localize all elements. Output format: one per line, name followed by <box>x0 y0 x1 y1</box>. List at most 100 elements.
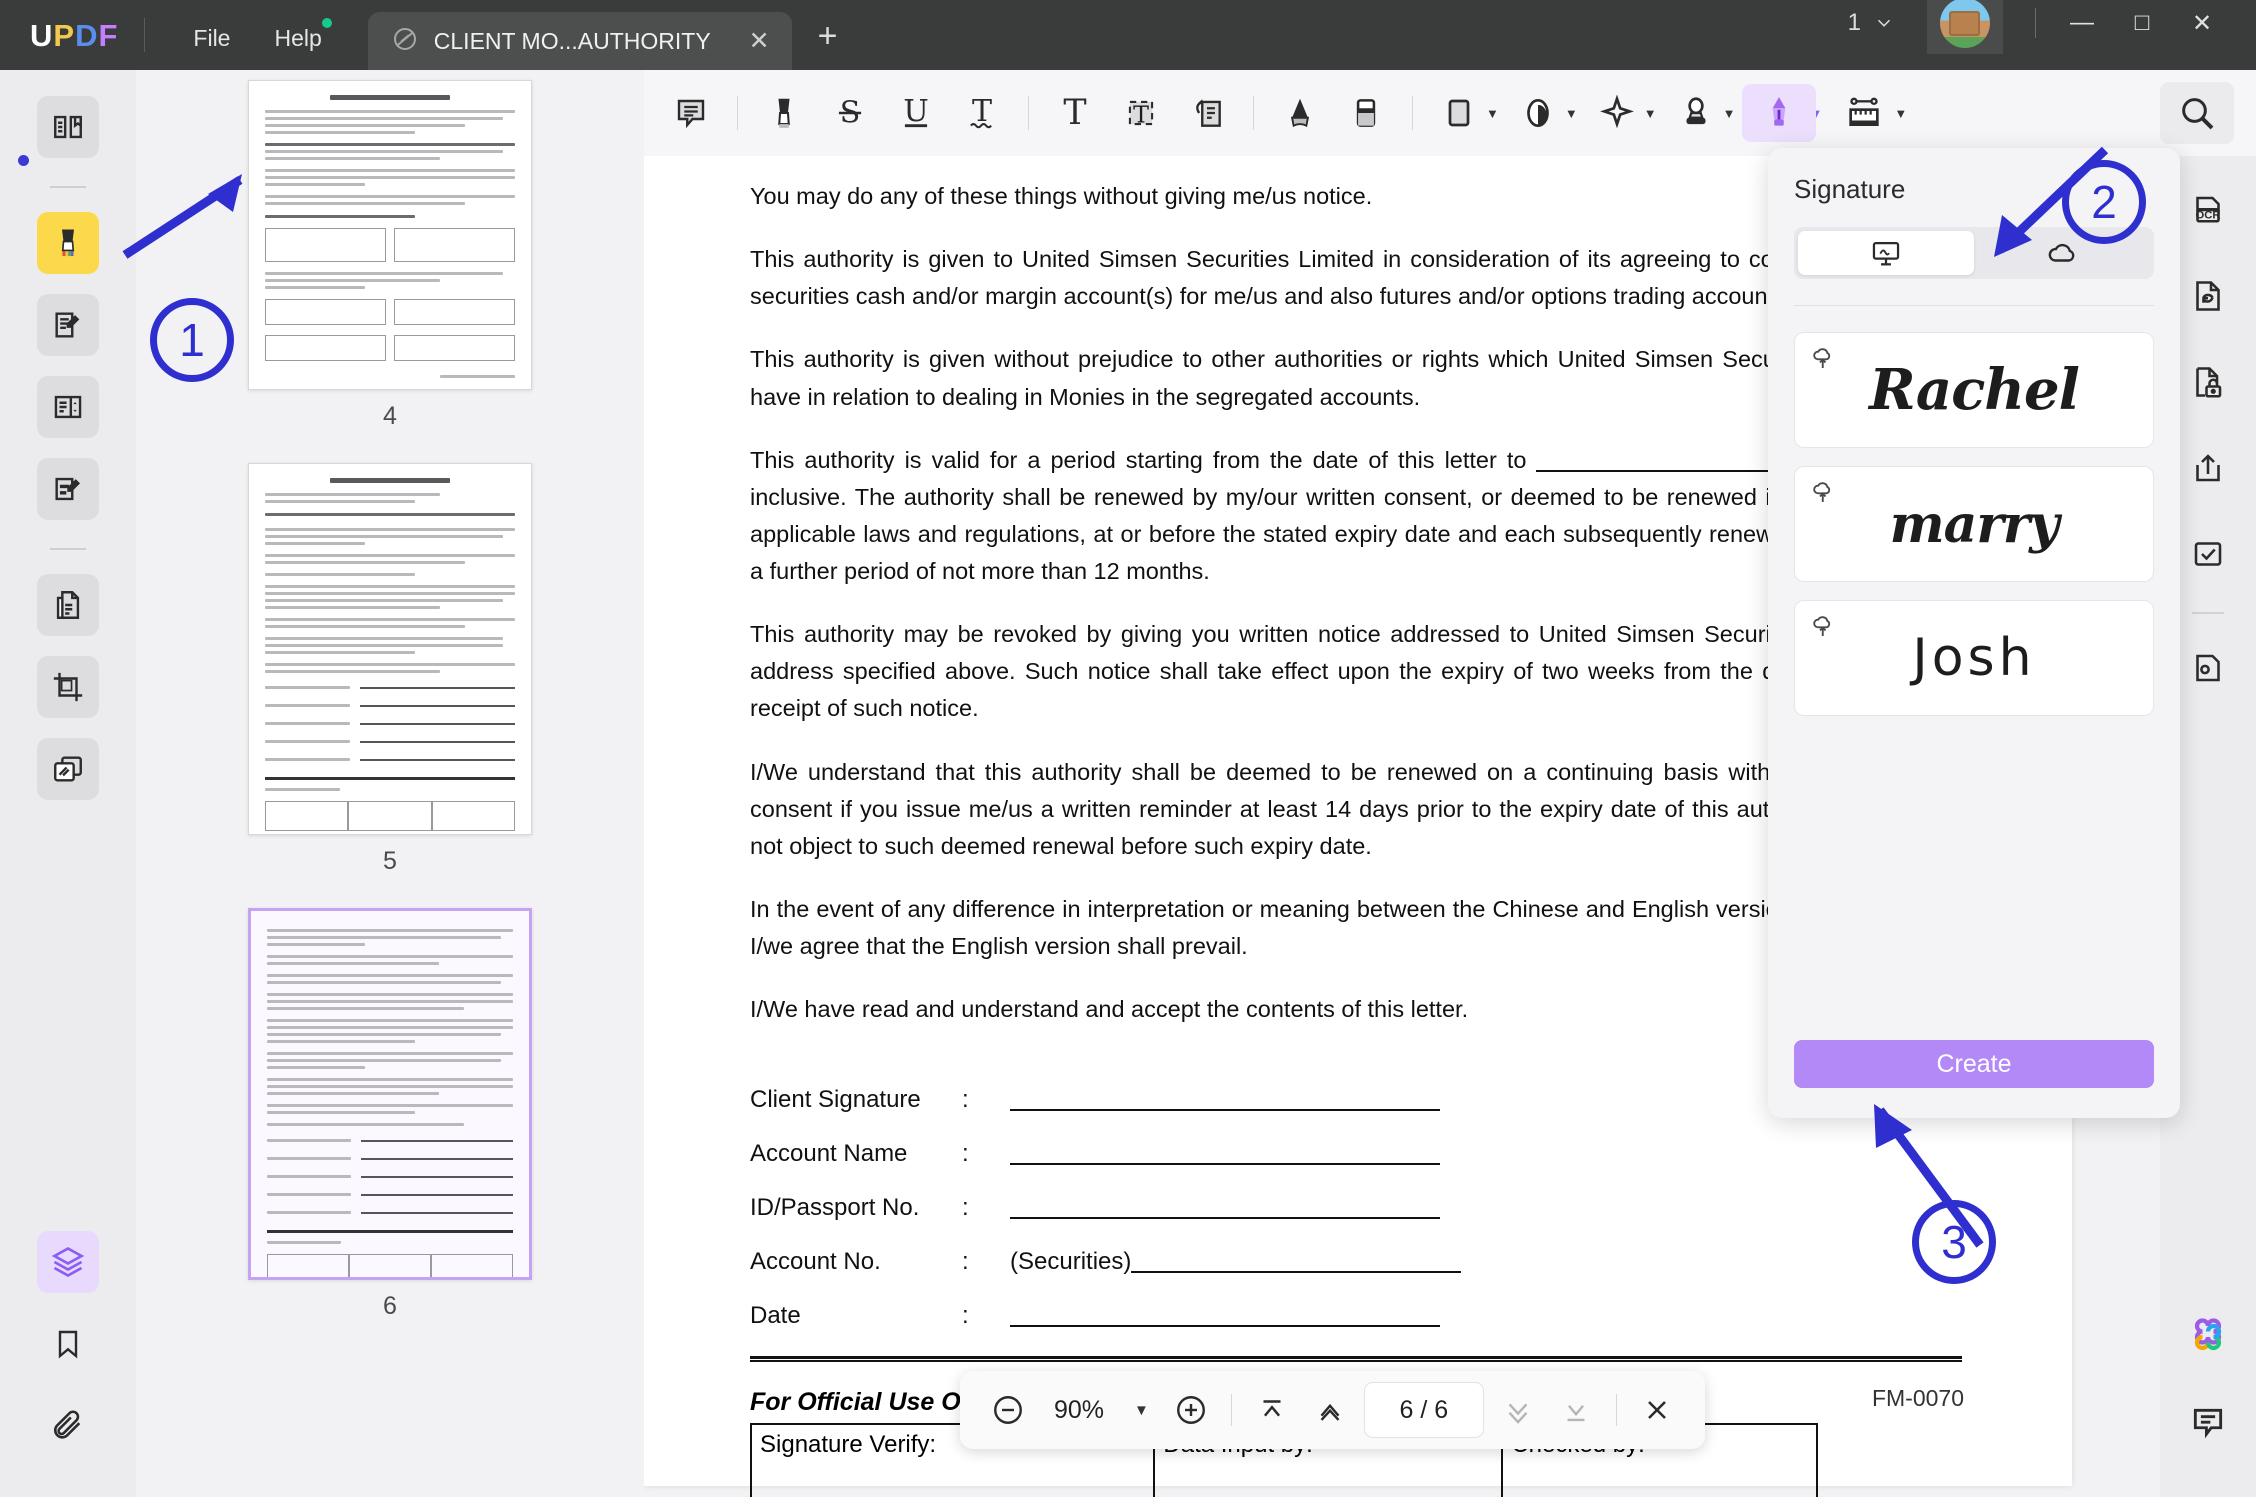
bookmark-icon <box>52 1328 84 1360</box>
sidebar-item-form-editor[interactable] <box>37 458 99 520</box>
create-signature-button[interactable]: Create <box>1794 1040 2154 1088</box>
tool-signature[interactable] <box>1742 84 1816 142</box>
tab-cloud-signatures[interactable] <box>1974 231 2150 275</box>
left-tool-rail <box>0 70 136 1497</box>
sidebar-item-comment-markup[interactable] <box>37 212 99 274</box>
cloud-upload-icon[interactable] <box>1809 343 1839 378</box>
signature-item-marry[interactable]: marry <box>1794 466 2154 582</box>
sidebar-item-reader-mode[interactable] <box>37 96 99 158</box>
tab-local-signatures[interactable] <box>1798 231 1974 275</box>
thumbnail-page-number: 5 <box>383 847 397 876</box>
form-pen-icon <box>51 472 85 506</box>
maximize-button[interactable]: □ <box>2114 9 2170 37</box>
sidebar-item-attachments-panel[interactable] <box>37 1395 99 1457</box>
tool-measure[interactable] <box>1828 84 1900 142</box>
tool-text-callout[interactable]: T <box>1108 84 1174 142</box>
tool-sticky-note[interactable] <box>658 84 724 142</box>
thumbnail-item[interactable]: 4 <box>136 80 644 453</box>
field-blank-line[interactable] <box>1131 1251 1461 1273</box>
controls-divider <box>2035 8 2036 38</box>
zoom-in-button[interactable] <box>1167 1386 1215 1434</box>
field-blank-line[interactable] <box>1010 1197 1440 1219</box>
next-page-button[interactable] <box>1494 1386 1542 1434</box>
cloud-icon <box>2044 235 2080 271</box>
right-rail-divider <box>2192 612 2224 614</box>
zoom-level-value[interactable]: 90% <box>1042 1396 1116 1425</box>
tool-squiggly-underline[interactable]: T <box>949 84 1015 142</box>
new-tab-button[interactable]: + <box>818 17 838 56</box>
tool-text-box[interactable]: T <box>1042 84 1108 142</box>
tool-stickers[interactable] <box>1505 84 1571 142</box>
signature-item-rachel[interactable]: Rachel <box>1794 332 2154 448</box>
field-blank-line[interactable] <box>1010 1305 1440 1327</box>
sidebar-item-page-organize[interactable] <box>37 376 99 438</box>
sidebar-item-thumbnails-panel[interactable] <box>37 1231 99 1293</box>
field-blank-line[interactable] <box>1010 1143 1440 1165</box>
last-page-button[interactable] <box>1552 1386 1600 1434</box>
thumbnail-page-preview[interactable] <box>248 908 532 1280</box>
first-page-button[interactable] <box>1248 1386 1296 1434</box>
thumbnail-pane[interactable]: 4 5 <box>136 70 644 1497</box>
prev-page-button[interactable] <box>1306 1386 1354 1434</box>
cloud-upload-icon[interactable] <box>1809 477 1839 512</box>
tool-strikethrough[interactable]: S <box>817 84 883 142</box>
tool-eraser[interactable] <box>1333 84 1399 142</box>
ruler-icon <box>1844 93 1884 133</box>
right-item-protect[interactable] <box>2178 352 2238 412</box>
menu-file[interactable]: File <box>171 25 252 52</box>
right-item-sign-checklist[interactable] <box>2178 524 2238 584</box>
tool-underline[interactable]: U <box>883 84 949 142</box>
thumbnail-item[interactable]: 5 <box>136 463 644 898</box>
right-item-ai-assistant[interactable] <box>2178 1307 2238 1367</box>
right-item-comments-panel[interactable] <box>2178 1393 2238 1453</box>
right-item-compress[interactable] <box>2178 638 2238 698</box>
tool-highlight[interactable] <box>751 84 817 142</box>
app-logo: U P D F <box>30 18 118 54</box>
right-item-share[interactable] <box>2178 438 2238 498</box>
document-tab[interactable]: CLIENT MO...AUTHORITY ✕ <box>368 12 792 70</box>
tool-stamp-sparkle[interactable] <box>1584 84 1650 142</box>
signature-field-row: ID/Passport No. : <box>750 1194 1964 1222</box>
thumbnail-page-preview[interactable] <box>248 463 532 835</box>
thumbnail-page-preview[interactable] <box>248 80 532 390</box>
tool-stamp[interactable] <box>1663 84 1729 142</box>
page-arrange-icon <box>51 390 85 424</box>
highlighter-icon <box>50 225 86 261</box>
zoombar-divider-2 <box>1616 1394 1617 1426</box>
sidebar-item-bookmarks-panel[interactable] <box>37 1313 99 1375</box>
ai-flower-icon <box>2186 1315 2230 1359</box>
rail-selection-indicator <box>18 155 29 166</box>
page-indicator-input[interactable]: 6 / 6 <box>1364 1382 1484 1438</box>
close-icon[interactable]: ✕ <box>725 26 770 56</box>
minimize-button[interactable]: — <box>2054 9 2110 37</box>
annotation-toolbar: S U T T T <box>644 70 2256 156</box>
tool-text-replace[interactable] <box>1174 84 1240 142</box>
svg-text:T: T <box>1133 101 1149 129</box>
zoom-caret-down-icon[interactable]: ▼ <box>1126 1402 1157 1419</box>
sidebar-item-convert-pdf[interactable] <box>37 574 99 636</box>
right-item-convert[interactable] <box>2178 266 2238 326</box>
highlighter-icon <box>765 94 803 132</box>
toolbar-divider-2 <box>1028 96 1029 130</box>
user-avatar-button[interactable] <box>1927 0 2003 54</box>
sidebar-item-batch-process[interactable] <box>37 738 99 800</box>
check-document-icon <box>2190 536 2226 572</box>
thumbnail-item-selected[interactable]: 6 <box>136 908 644 1343</box>
cloud-upload-icon[interactable] <box>1809 611 1839 646</box>
window-count-dropdown[interactable]: 1 <box>1834 9 1909 37</box>
last-page-icon <box>1559 1393 1593 1427</box>
sidebar-item-edit-pdf[interactable] <box>37 294 99 356</box>
zoom-out-button[interactable] <box>984 1386 1032 1434</box>
signature-fields-block: Client Signature : Account Name : ID/Pas… <box>750 1086 1964 1330</box>
menu-help[interactable]: Help <box>252 25 343 52</box>
pencil-icon <box>1281 94 1319 132</box>
signature-item-josh[interactable]: Josh <box>1794 600 2154 716</box>
field-blank-line[interactable] <box>1010 1089 1440 1111</box>
tool-shapes[interactable] <box>1426 84 1492 142</box>
right-item-ocr[interactable]: OCR <box>2178 180 2238 240</box>
window-close-button[interactable]: ✕ <box>2174 9 2230 38</box>
tool-search[interactable] <box>2160 82 2234 144</box>
sidebar-item-crop-page[interactable] <box>37 656 99 718</box>
tool-pencil[interactable] <box>1267 84 1333 142</box>
close-zoombar-button[interactable] <box>1633 1386 1681 1434</box>
